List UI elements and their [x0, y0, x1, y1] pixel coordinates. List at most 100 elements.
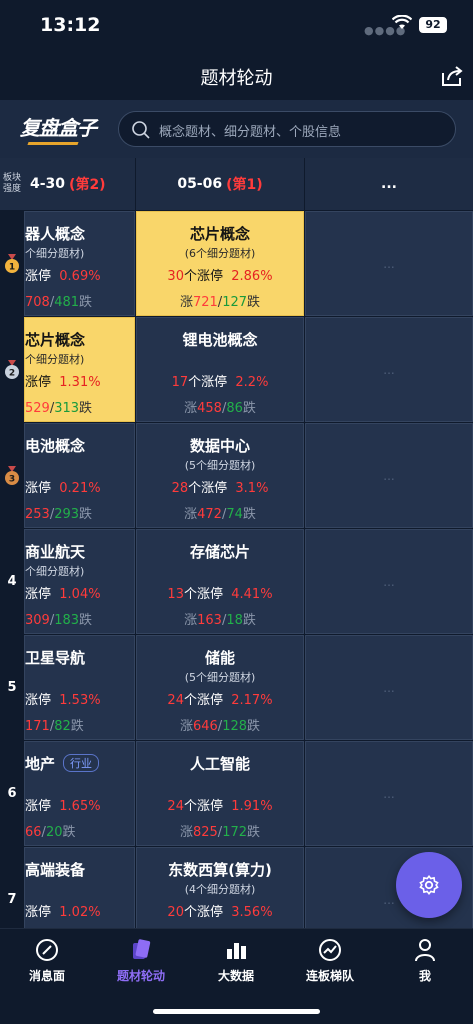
theme-cell[interactable]: 商业航天个细分题材) 涨停 1.04% 309/183跌 — [24, 529, 135, 634]
theme-name: 数据中心 — [189, 437, 250, 455]
app-logo: 复盘盒子 — [20, 112, 97, 141]
rank-cell: 3 — [0, 423, 24, 528]
theme-cell[interactable]: 电池概念 涨停 0.21% 253/293跌 — [24, 423, 135, 528]
theme-name: 卫星导航 — [25, 649, 86, 667]
column-header-date[interactable]: 4-30 (第2) — [24, 158, 135, 210]
wifi-icon — [392, 15, 412, 29]
tab-news[interactable]: 消息面 — [2, 937, 92, 984]
sub-theme-count: 个细分题材) — [25, 247, 85, 260]
theme-name: 芯片概念 — [189, 225, 250, 243]
limit-up-stat: 28个涨停 3.1% — [171, 481, 269, 496]
limit-up-stat: 涨停 1.02% — [25, 905, 101, 920]
cards-icon — [133, 939, 151, 959]
theme-name: 储能 — [204, 649, 235, 667]
status-bar: 13:12 ●●●● 92 — [0, 0, 473, 54]
tab-big-data[interactable]: 大数据 — [191, 937, 281, 984]
theme-cell[interactable]: 高端装备 涨停 1.02% — [24, 847, 135, 928]
column-header-more[interactable]: ... — [305, 158, 473, 210]
theme-name: 器人概念 — [25, 225, 86, 243]
tab-limit-ladder[interactable]: 连板梯队 — [285, 937, 375, 984]
industry-tag: 行业 — [63, 754, 100, 772]
limit-up-stat: 24个涨停 1.91% — [167, 799, 273, 814]
strength-header: 板块 强度 — [0, 158, 24, 210]
nav-bar: 题材轮动 — [0, 54, 473, 100]
more-cell[interactable]: ... — [305, 741, 473, 846]
sub-theme-count: 个细分题材) — [25, 565, 85, 578]
advance-decline-stat: 708/481跌 — [25, 295, 93, 310]
theme-cell[interactable]: 人工智能 24个涨停 1.91% 涨825/172跌 — [136, 741, 304, 846]
advance-decline-stat: 涨646/128跌 — [179, 719, 261, 734]
tab-me[interactable]: 我 — [380, 937, 470, 984]
trend-icon — [319, 939, 341, 961]
more-cell[interactable]: ... — [305, 317, 473, 422]
svg-text:3: 3 — [9, 474, 15, 484]
rotation-grid[interactable]: 板块 强度 4-30 (第2) 05-06 (第1) ... 1 器人概念个细分题材)… — [0, 158, 473, 928]
data-icon — [227, 943, 246, 959]
column-header-date[interactable]: 05-06 (第1) — [136, 158, 304, 210]
limit-up-stat: 涨停 0.21% — [25, 481, 101, 496]
advance-decline-stat: 涨163/18跌 — [184, 613, 256, 628]
theme-cell[interactable]: 地产 行业 涨停 1.65% 66/20跌 — [24, 741, 135, 846]
sub-theme-count: (4个细分题材) — [184, 883, 256, 896]
svg-text:1: 1 — [9, 262, 15, 272]
home-indicator — [153, 1009, 320, 1014]
rank-cell: 2 — [0, 317, 24, 422]
rank-number: 6 — [7, 786, 17, 801]
theme-cell[interactable]: 卫星导航涨停 1.53% 171/82跌 — [24, 635, 135, 740]
rank-cell: 6 — [0, 741, 24, 846]
rank-cell: 5 — [0, 635, 24, 740]
rank-number: 4 — [7, 574, 17, 589]
theme-name: 商业航天 — [25, 543, 86, 561]
rank-number: 5 — [7, 680, 17, 695]
limit-up-stat: 20个涨停 3.56% — [167, 905, 273, 920]
rank-cell: 1 — [0, 211, 24, 316]
search-header: 复盘盒子 概念题材、细分题材、个股信息 — [0, 100, 473, 158]
advance-decline-stat: 涨825/172跌 — [179, 825, 261, 840]
theme-name: 锂电池概念 — [182, 331, 258, 349]
limit-up-stat: 涨停 1.04% — [25, 587, 101, 602]
limit-up-stat: 13个涨停 4.41% — [167, 587, 273, 602]
battery-icon: 92 — [419, 17, 447, 33]
limit-up-stat: 涨停 1.53% — [25, 693, 101, 708]
limit-up-stat: 涨停 0.69% — [25, 269, 101, 284]
theme-cell[interactable]: 锂电池概念 17个涨停 2.2% 涨458/86跌 — [136, 317, 304, 422]
gear-icon — [419, 874, 439, 896]
advance-decline-stat: 171/82跌 — [25, 719, 84, 734]
theme-cell[interactable]: 东数西算(算力) (4个细分题材) 20个涨停 3.56% — [136, 847, 304, 928]
sub-theme-count: 个细分题材) — [25, 353, 85, 366]
svg-text:2: 2 — [9, 368, 15, 378]
theme-name: 地产 行业 — [25, 753, 134, 774]
tab-theme-rotation[interactable]: 题材轮动 — [96, 937, 186, 984]
gold-medal-icon: 1 — [5, 253, 19, 273]
advance-decline-stat: 309/183跌 — [25, 613, 93, 628]
theme-name: 芯片概念 — [25, 331, 86, 349]
more-cell[interactable]: ... — [305, 529, 473, 634]
theme-cell[interactable]: 数据中心 (5个细分题材) 28个涨停 3.1% 涨472/74跌 — [136, 423, 304, 528]
theme-name: 人工智能 — [189, 755, 250, 773]
sub-theme-count: (5个细分题材) — [184, 671, 256, 684]
page-title: 题材轮动 — [200, 68, 273, 89]
theme-cell[interactable]: 器人概念个细分题材) 涨停 0.69% 708/481跌 — [24, 211, 135, 316]
sub-theme-count: (6个细分题材) — [184, 247, 256, 260]
more-cell[interactable]: ... — [305, 635, 473, 740]
theme-cell[interactable]: 芯片概念 个细分题材) 涨停 1.31% 529/313跌 — [24, 317, 135, 422]
rank-cell: 7 — [0, 847, 24, 928]
sub-theme-count: (5个细分题材) — [184, 459, 256, 472]
settings-button[interactable] — [396, 852, 462, 918]
advance-decline-stat: 529/313跌 — [25, 401, 93, 416]
theme-name: 存储芯片 — [189, 543, 250, 561]
more-cell[interactable]: ... — [305, 423, 473, 528]
limit-up-stat: 24个涨停 2.17% — [167, 693, 273, 708]
tab-bar: 消息面 题材轮动 大数据 连板梯队 我 — [0, 928, 473, 1024]
theme-cell[interactable]: 储能 (5个细分题材) 24个涨停 2.17% 涨646/128跌 — [136, 635, 304, 740]
limit-up-stat: 涨停 1.65% — [25, 799, 101, 814]
rank-cell: 4 — [0, 529, 24, 634]
theme-name: 东数西算(算力) — [168, 861, 272, 879]
silver-medal-icon: 2 — [5, 359, 19, 379]
theme-cell[interactable]: 芯片概念 (6个细分题材) 30个涨停 2.86% 涨721/127跌 — [136, 211, 304, 316]
theme-cell[interactable]: 存储芯片 13个涨停 4.41% 涨163/18跌 — [136, 529, 304, 634]
search-input[interactable]: 概念题材、细分题材、个股信息 — [118, 111, 456, 147]
advance-decline-stat: 253/293跌 — [25, 507, 93, 522]
more-cell[interactable]: ... — [305, 211, 473, 316]
share-icon[interactable] — [440, 64, 464, 88]
